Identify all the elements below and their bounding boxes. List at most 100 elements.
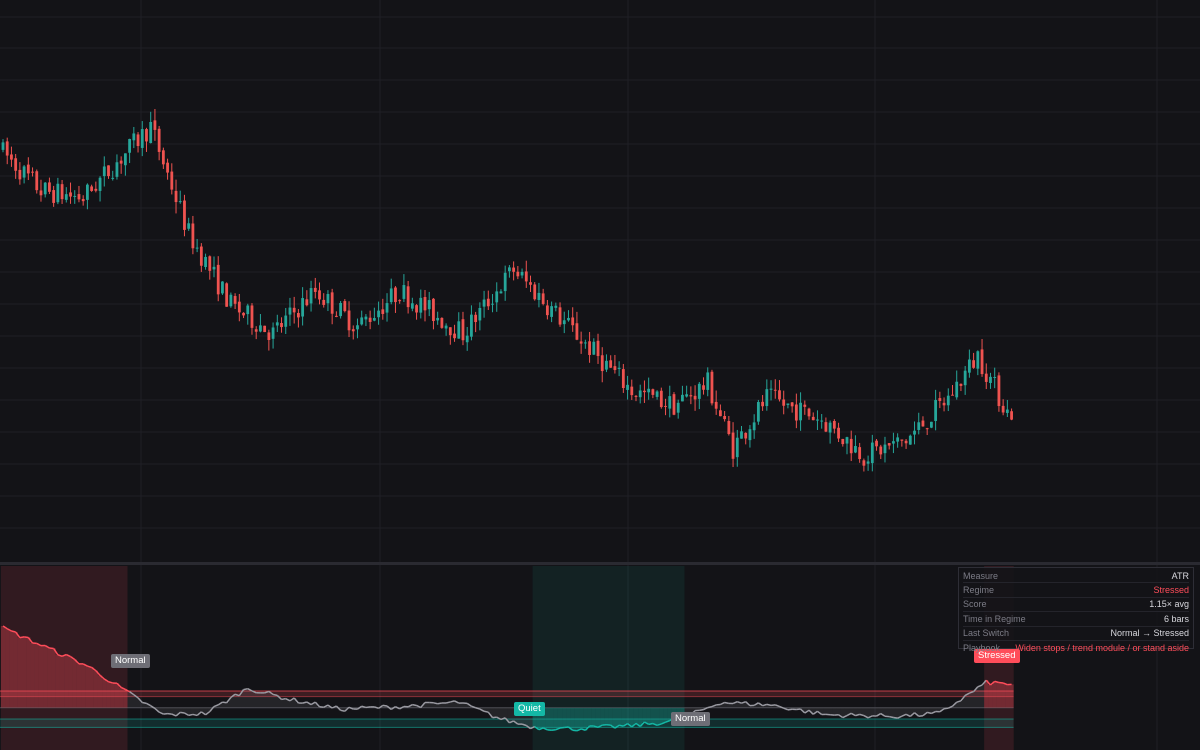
candle-body [246,305,250,315]
candle-body [372,318,376,321]
stressed-band [0,691,1014,697]
candle-body [575,323,579,340]
candle-body [748,429,752,441]
candle-body [524,271,528,282]
info-value: 6 bars [1163,613,1189,624]
candle-body [512,267,516,272]
candle-body [778,390,781,400]
candle-body [719,410,722,417]
candle-body [790,402,794,407]
candle-body [178,201,182,203]
candle-body [330,292,334,314]
candle-body [166,162,169,173]
candle-body [64,194,68,200]
candle-body [638,390,642,398]
candle-body [773,389,777,391]
info-row-last-switch: Last Switch Normal → Stressed [963,627,1189,641]
candle-body [520,271,524,276]
candle-body [896,437,900,442]
candle-body [997,375,1001,407]
candle-body [858,447,862,460]
candle-body [1001,405,1005,413]
candle-body [73,195,77,197]
candle-body [347,310,351,331]
candle-body [415,305,418,313]
candle-body [643,390,646,393]
candle-body [529,282,532,285]
score-line-segment [551,728,556,731]
candle-body [465,335,469,343]
candle-body [731,432,735,459]
candle-body [313,287,317,292]
candle-body [301,298,305,317]
candle-body [634,395,638,397]
candle-body [807,408,811,417]
candle-body [394,287,397,303]
candle-body [225,283,229,307]
candle-body [892,441,895,444]
candle-body [508,267,511,272]
candle-body [229,294,233,307]
candle-body [48,182,51,192]
candle-body [626,384,629,390]
info-key: Time in Regime [963,613,1026,624]
candle-body [271,327,275,339]
candle-body [77,194,81,200]
candle-body [385,303,389,313]
candle-body [541,293,545,304]
candle-body [900,439,904,441]
candle-body [685,394,689,397]
candle-body [938,398,942,401]
candle-body [862,460,866,466]
candle-body [816,419,819,421]
candle-body [621,369,625,388]
candle-body [697,383,701,399]
candle-body [617,367,621,369]
candle-body [761,401,764,407]
candle-body [655,391,659,397]
candle-body [681,394,684,402]
regime-tag-normal: Normal [111,654,150,668]
candle-body [427,300,431,310]
score-line-segment [927,711,932,715]
regime-tag-quiet: Quiet [514,702,545,716]
candle-body [689,395,693,397]
candle-body [94,188,98,191]
candle-body [849,438,853,454]
candle-body [959,383,963,386]
candle-body [107,165,110,177]
candle-body [216,264,220,295]
score-line-segment [11,630,16,633]
candle-body [275,322,279,326]
score-line-segment [994,680,1000,684]
info-key: Regime [963,585,995,596]
candle-body [756,402,760,422]
candle-body [668,396,672,409]
score-line-segment [918,714,924,718]
candle-body [56,183,60,203]
candle-body [1010,411,1013,420]
candle-body [609,360,613,368]
candle-body [925,428,929,430]
candle-body [600,355,604,372]
score-line-segment [340,709,345,712]
score-line-segment [395,705,401,710]
candle-body [436,317,440,321]
candle-body [461,319,465,341]
candle-body [714,401,718,409]
candle-body [976,351,980,369]
candle-body [571,317,575,326]
info-value: Normal → Stressed [1110,628,1189,639]
candle-body [432,298,435,322]
candle-body [870,442,874,464]
candle-body [410,303,414,309]
candle-body [993,377,997,379]
score-line-segment [572,729,578,732]
candle-body [854,446,857,453]
candle-body [647,388,651,393]
candle-body [482,299,486,307]
score-line-segment [365,706,371,709]
score-line-segment [433,702,438,705]
candle-body [583,342,587,344]
info-value: ATR [1171,570,1189,581]
